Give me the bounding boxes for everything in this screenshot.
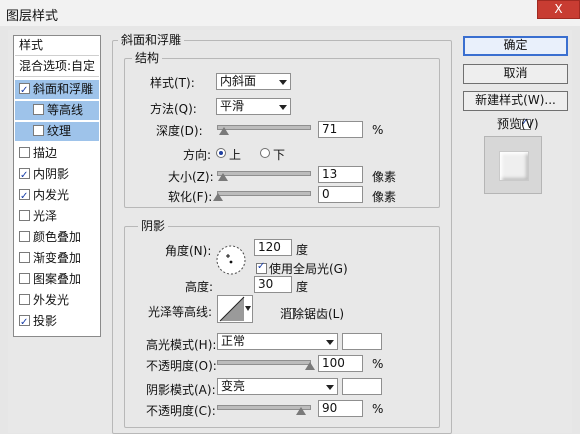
method-label: 方法(Q):	[150, 102, 197, 116]
size-input[interactable]: 13	[318, 166, 363, 183]
checkbox-icon[interactable]	[19, 81, 30, 100]
shadow-color-swatch[interactable]	[342, 378, 382, 395]
checkbox-icon[interactable]	[19, 166, 30, 185]
direction-down-label: 下	[273, 148, 286, 162]
direction-up-radio[interactable]	[216, 148, 226, 158]
style-item-bevel-emboss[interactable]: 斜面和浮雕	[15, 80, 99, 100]
highlight-mode-label: 高光模式(H):	[146, 338, 217, 352]
bevel-emboss-group-title: 斜面和浮雕	[118, 34, 185, 47]
checkbox-icon[interactable]	[19, 147, 30, 158]
structure-group-title: 结构	[132, 52, 163, 65]
blend-options-item[interactable]: 混合选项:自定	[15, 57, 99, 77]
gloss-contour-picker[interactable]	[217, 295, 253, 323]
shading-group-title: 阴影	[138, 220, 169, 233]
direction-down-radio[interactable]	[260, 148, 270, 158]
style-list-header[interactable]: 样式	[15, 36, 99, 56]
soften-slider-track[interactable]	[217, 191, 311, 196]
checkbox-icon[interactable]	[33, 125, 44, 136]
global-light-label: 使用全局光(G)	[269, 262, 348, 276]
shadow-opacity-input[interactable]: 90	[318, 400, 363, 417]
direction-up-label: 上	[229, 148, 242, 162]
highlight-opacity-track[interactable]	[217, 360, 311, 365]
depth-label: 深度(D):	[156, 124, 203, 138]
angle-unit: 度	[296, 243, 309, 257]
style-item-drop-shadow[interactable]: 投影	[15, 312, 99, 332]
checkbox-icon[interactable]	[19, 313, 30, 332]
soften-input[interactable]: 0	[318, 186, 363, 203]
shadow-opacity-label: 不透明度(C):	[146, 404, 216, 418]
preview-swatch	[499, 151, 529, 181]
style-item-texture[interactable]: 纹理	[15, 122, 99, 141]
depth-input[interactable]: 71	[318, 121, 363, 138]
highlight-color-swatch[interactable]	[342, 333, 382, 350]
close-icon: X	[554, 2, 563, 16]
highlight-opacity-thumb[interactable]	[305, 362, 315, 370]
preview-label: 预览(V)	[497, 117, 539, 131]
style-label: 样式(T):	[150, 76, 195, 90]
checkbox-icon[interactable]	[33, 104, 44, 115]
style-item-color-overlay[interactable]: 颜色叠加	[15, 228, 99, 247]
angle-dial-icon[interactable]	[215, 244, 247, 276]
chevron-down-icon	[279, 80, 287, 85]
altitude-label: 高度:	[185, 280, 214, 294]
soften-unit: 像素	[372, 190, 397, 204]
checkbox-icon[interactable]	[19, 187, 30, 206]
shadow-opacity-unit: %	[372, 402, 384, 416]
style-item-gradient-overlay[interactable]: 渐变叠加	[15, 249, 99, 268]
angle-input[interactable]: 120	[254, 239, 292, 256]
depth-slider-thumb[interactable]	[219, 127, 229, 135]
global-light-checkbox[interactable]	[256, 261, 267, 274]
style-item-contour[interactable]: 等高线	[15, 101, 99, 120]
chevron-down-icon	[326, 340, 334, 345]
style-list: 样式 混合选项:自定 斜面和浮雕 等高线 纹理 描边 内阴影 内发光 光泽 颜色…	[13, 35, 101, 337]
highlight-opacity-input[interactable]: 100	[318, 355, 363, 372]
style-select[interactable]: 内斜面	[216, 73, 291, 90]
method-select[interactable]: 平滑	[216, 98, 291, 115]
checkbox-icon[interactable]	[19, 252, 30, 263]
chevron-down-icon	[326, 385, 334, 390]
close-button[interactable]: X	[537, 0, 580, 19]
size-slider-thumb[interactable]	[218, 173, 228, 181]
shadow-opacity-thumb[interactable]	[296, 407, 306, 415]
angle-label: 角度(N):	[165, 244, 212, 258]
highlight-mode-select[interactable]: 正常	[217, 333, 338, 350]
checkbox-icon[interactable]	[19, 273, 30, 284]
size-label: 大小(Z):	[168, 170, 214, 184]
altitude-input[interactable]: 30	[254, 276, 292, 293]
cancel-button[interactable]: 取消	[463, 64, 568, 84]
size-slider-track[interactable]	[217, 171, 311, 176]
checkbox-icon[interactable]	[19, 210, 30, 221]
style-item-inner-shadow[interactable]: 内阴影	[15, 165, 99, 185]
style-item-inner-glow[interactable]: 内发光	[15, 186, 99, 206]
style-item-outer-glow[interactable]: 外发光	[15, 291, 99, 310]
style-item-stroke[interactable]: 描边	[15, 144, 99, 163]
chevron-down-icon	[279, 105, 287, 110]
preview-thumbnail	[484, 136, 542, 194]
gloss-contour-label: 光泽等高线:	[148, 305, 213, 319]
checkbox-icon[interactable]	[19, 231, 30, 242]
checkbox-icon[interactable]	[19, 294, 30, 305]
shadow-mode-label: 阴影模式(A):	[146, 383, 216, 397]
style-item-pattern-overlay[interactable]: 图案叠加	[15, 270, 99, 289]
ok-button[interactable]: 确定	[463, 36, 568, 56]
highlight-opacity-unit: %	[372, 357, 384, 371]
title-bar	[0, 0, 580, 26]
new-style-button[interactable]: 新建样式(W)...	[463, 91, 568, 111]
size-unit: 像素	[372, 170, 397, 184]
depth-slider-track[interactable]	[217, 125, 311, 130]
chevron-down-icon	[245, 306, 251, 311]
soften-slider-thumb[interactable]	[213, 193, 223, 201]
direction-label: 方向:	[183, 148, 212, 162]
depth-unit: %	[372, 123, 384, 137]
style-item-satin[interactable]: 光泽	[15, 207, 99, 226]
gloss-contour-icon	[219, 296, 245, 322]
antialias-label: 消除锯齿(L)	[280, 307, 345, 321]
window-title: 图层样式	[6, 9, 59, 24]
altitude-unit: 度	[296, 280, 309, 294]
shadow-mode-select[interactable]: 变亮	[217, 378, 338, 395]
highlight-opacity-label: 不透明度(O):	[146, 359, 217, 373]
soften-label: 软化(F):	[168, 190, 213, 204]
